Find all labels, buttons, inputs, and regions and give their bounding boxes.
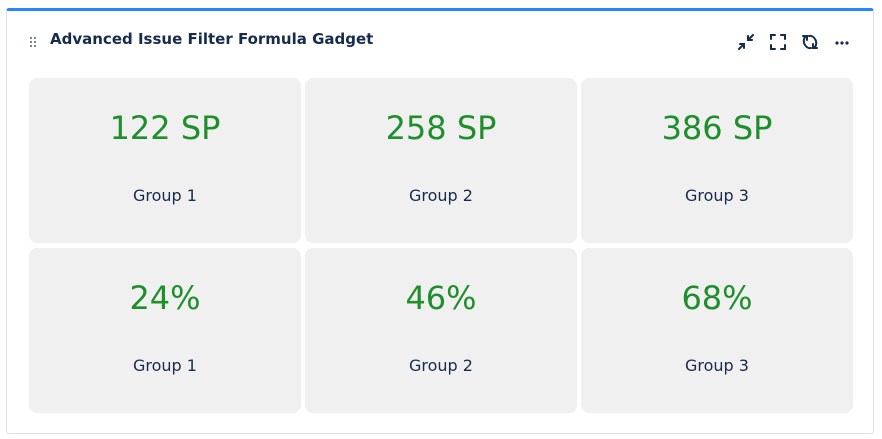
metric-label: Group 2 — [409, 356, 473, 375]
gadget-panel: Advanced Issue Filter Formula Gadget 122… — [6, 8, 874, 434]
metric-label: Group 3 — [685, 186, 749, 205]
more-button[interactable] — [831, 31, 853, 53]
metric-value: 46% — [405, 279, 477, 317]
metric-label: Group 1 — [133, 186, 197, 205]
fullscreen-button[interactable] — [767, 31, 789, 53]
metric-label: Group 1 — [133, 356, 197, 375]
more-icon — [834, 34, 850, 50]
metrics-grid: 122 SP Group 1 258 SP Group 2 386 SP Gro… — [29, 78, 853, 413]
metric-value: 68% — [681, 279, 753, 317]
fullscreen-icon — [769, 33, 787, 51]
refresh-button[interactable] — [799, 31, 821, 53]
minimize-icon — [737, 33, 755, 51]
metric-card: 24% Group 1 — [29, 248, 301, 413]
metric-value: 122 SP — [109, 109, 221, 147]
gadget-title: Advanced Issue Filter Formula Gadget — [50, 30, 374, 48]
gadget-header: Advanced Issue Filter Formula Gadget — [7, 11, 873, 73]
metric-card: 46% Group 2 — [305, 248, 577, 413]
metric-card: 68% Group 3 — [581, 248, 853, 413]
refresh-icon — [801, 33, 819, 51]
metric-card: 386 SP Group 3 — [581, 78, 853, 243]
metric-card: 258 SP Group 2 — [305, 78, 577, 243]
metric-label: Group 3 — [685, 356, 749, 375]
metric-value: 258 SP — [385, 109, 497, 147]
metric-card: 122 SP Group 1 — [29, 78, 301, 243]
drag-handle-icon[interactable] — [29, 33, 37, 48]
minimize-button[interactable] — [735, 31, 757, 53]
metric-value: 24% — [129, 279, 201, 317]
metric-label: Group 2 — [409, 186, 473, 205]
metric-value: 386 SP — [661, 109, 773, 147]
gadget-actions — [725, 32, 853, 52]
